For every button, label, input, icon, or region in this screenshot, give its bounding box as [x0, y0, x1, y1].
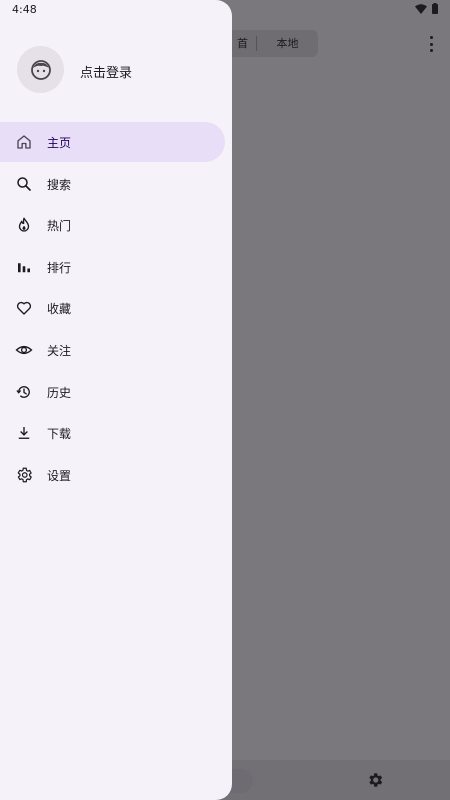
bar-chart-icon [14, 257, 34, 277]
nav-item-label: 排行 [47, 260, 72, 275]
nav-item-label: 热门 [47, 219, 72, 234]
wifi-icon [415, 3, 427, 14]
nav-item-label: 收藏 [47, 302, 72, 317]
face-icon [30, 59, 51, 80]
navigation-drawer: 4:48 点击登录 主页 搜索 热门 排行 收藏 关注 历史 下载 设置 [0, 0, 232, 800]
settings-gear-icon[interactable] [366, 771, 384, 789]
gear-icon [14, 465, 34, 485]
nav-item-download[interactable]: 下载 [0, 413, 232, 453]
nav-item-label: 历史 [47, 385, 72, 400]
drawer-nav-list: 主页 搜索 热门 排行 收藏 关注 历史 下载 设置 [0, 122, 232, 496]
nav-item-label: 下载 [47, 427, 72, 442]
nav-item-label: 关注 [47, 343, 72, 358]
segment-local[interactable]: 本地 [257, 30, 318, 57]
search-icon [14, 174, 34, 194]
more-options-icon[interactable] [428, 36, 434, 52]
download-icon [14, 423, 34, 443]
home-icon [14, 132, 34, 152]
nav-item-hot[interactable]: 热门 [0, 205, 232, 245]
nav-item-home[interactable]: 主页 [0, 122, 225, 162]
eye-icon [14, 340, 34, 360]
avatar[interactable] [17, 46, 64, 93]
nav-item-label: 搜索 [47, 177, 72, 192]
login-link[interactable]: 点击登录 [80, 62, 132, 81]
nav-item-history[interactable]: 历史 [0, 372, 232, 412]
fire-icon [14, 215, 34, 235]
nav-item-settings[interactable]: 设置 [0, 455, 232, 495]
nav-item-ranking[interactable]: 排行 [0, 247, 232, 287]
heart-icon [14, 298, 34, 318]
status-icons [415, 3, 438, 14]
battery-icon [432, 3, 438, 14]
nav-item-following[interactable]: 关注 [0, 330, 232, 370]
history-icon [14, 382, 34, 402]
status-time: 4:48 [12, 3, 37, 16]
nav-item-search[interactable]: 搜索 [0, 164, 232, 204]
nav-item-label: 设置 [47, 468, 72, 483]
nav-item-label: 主页 [47, 136, 72, 150]
nav-item-favorites[interactable]: 收藏 [0, 288, 232, 328]
